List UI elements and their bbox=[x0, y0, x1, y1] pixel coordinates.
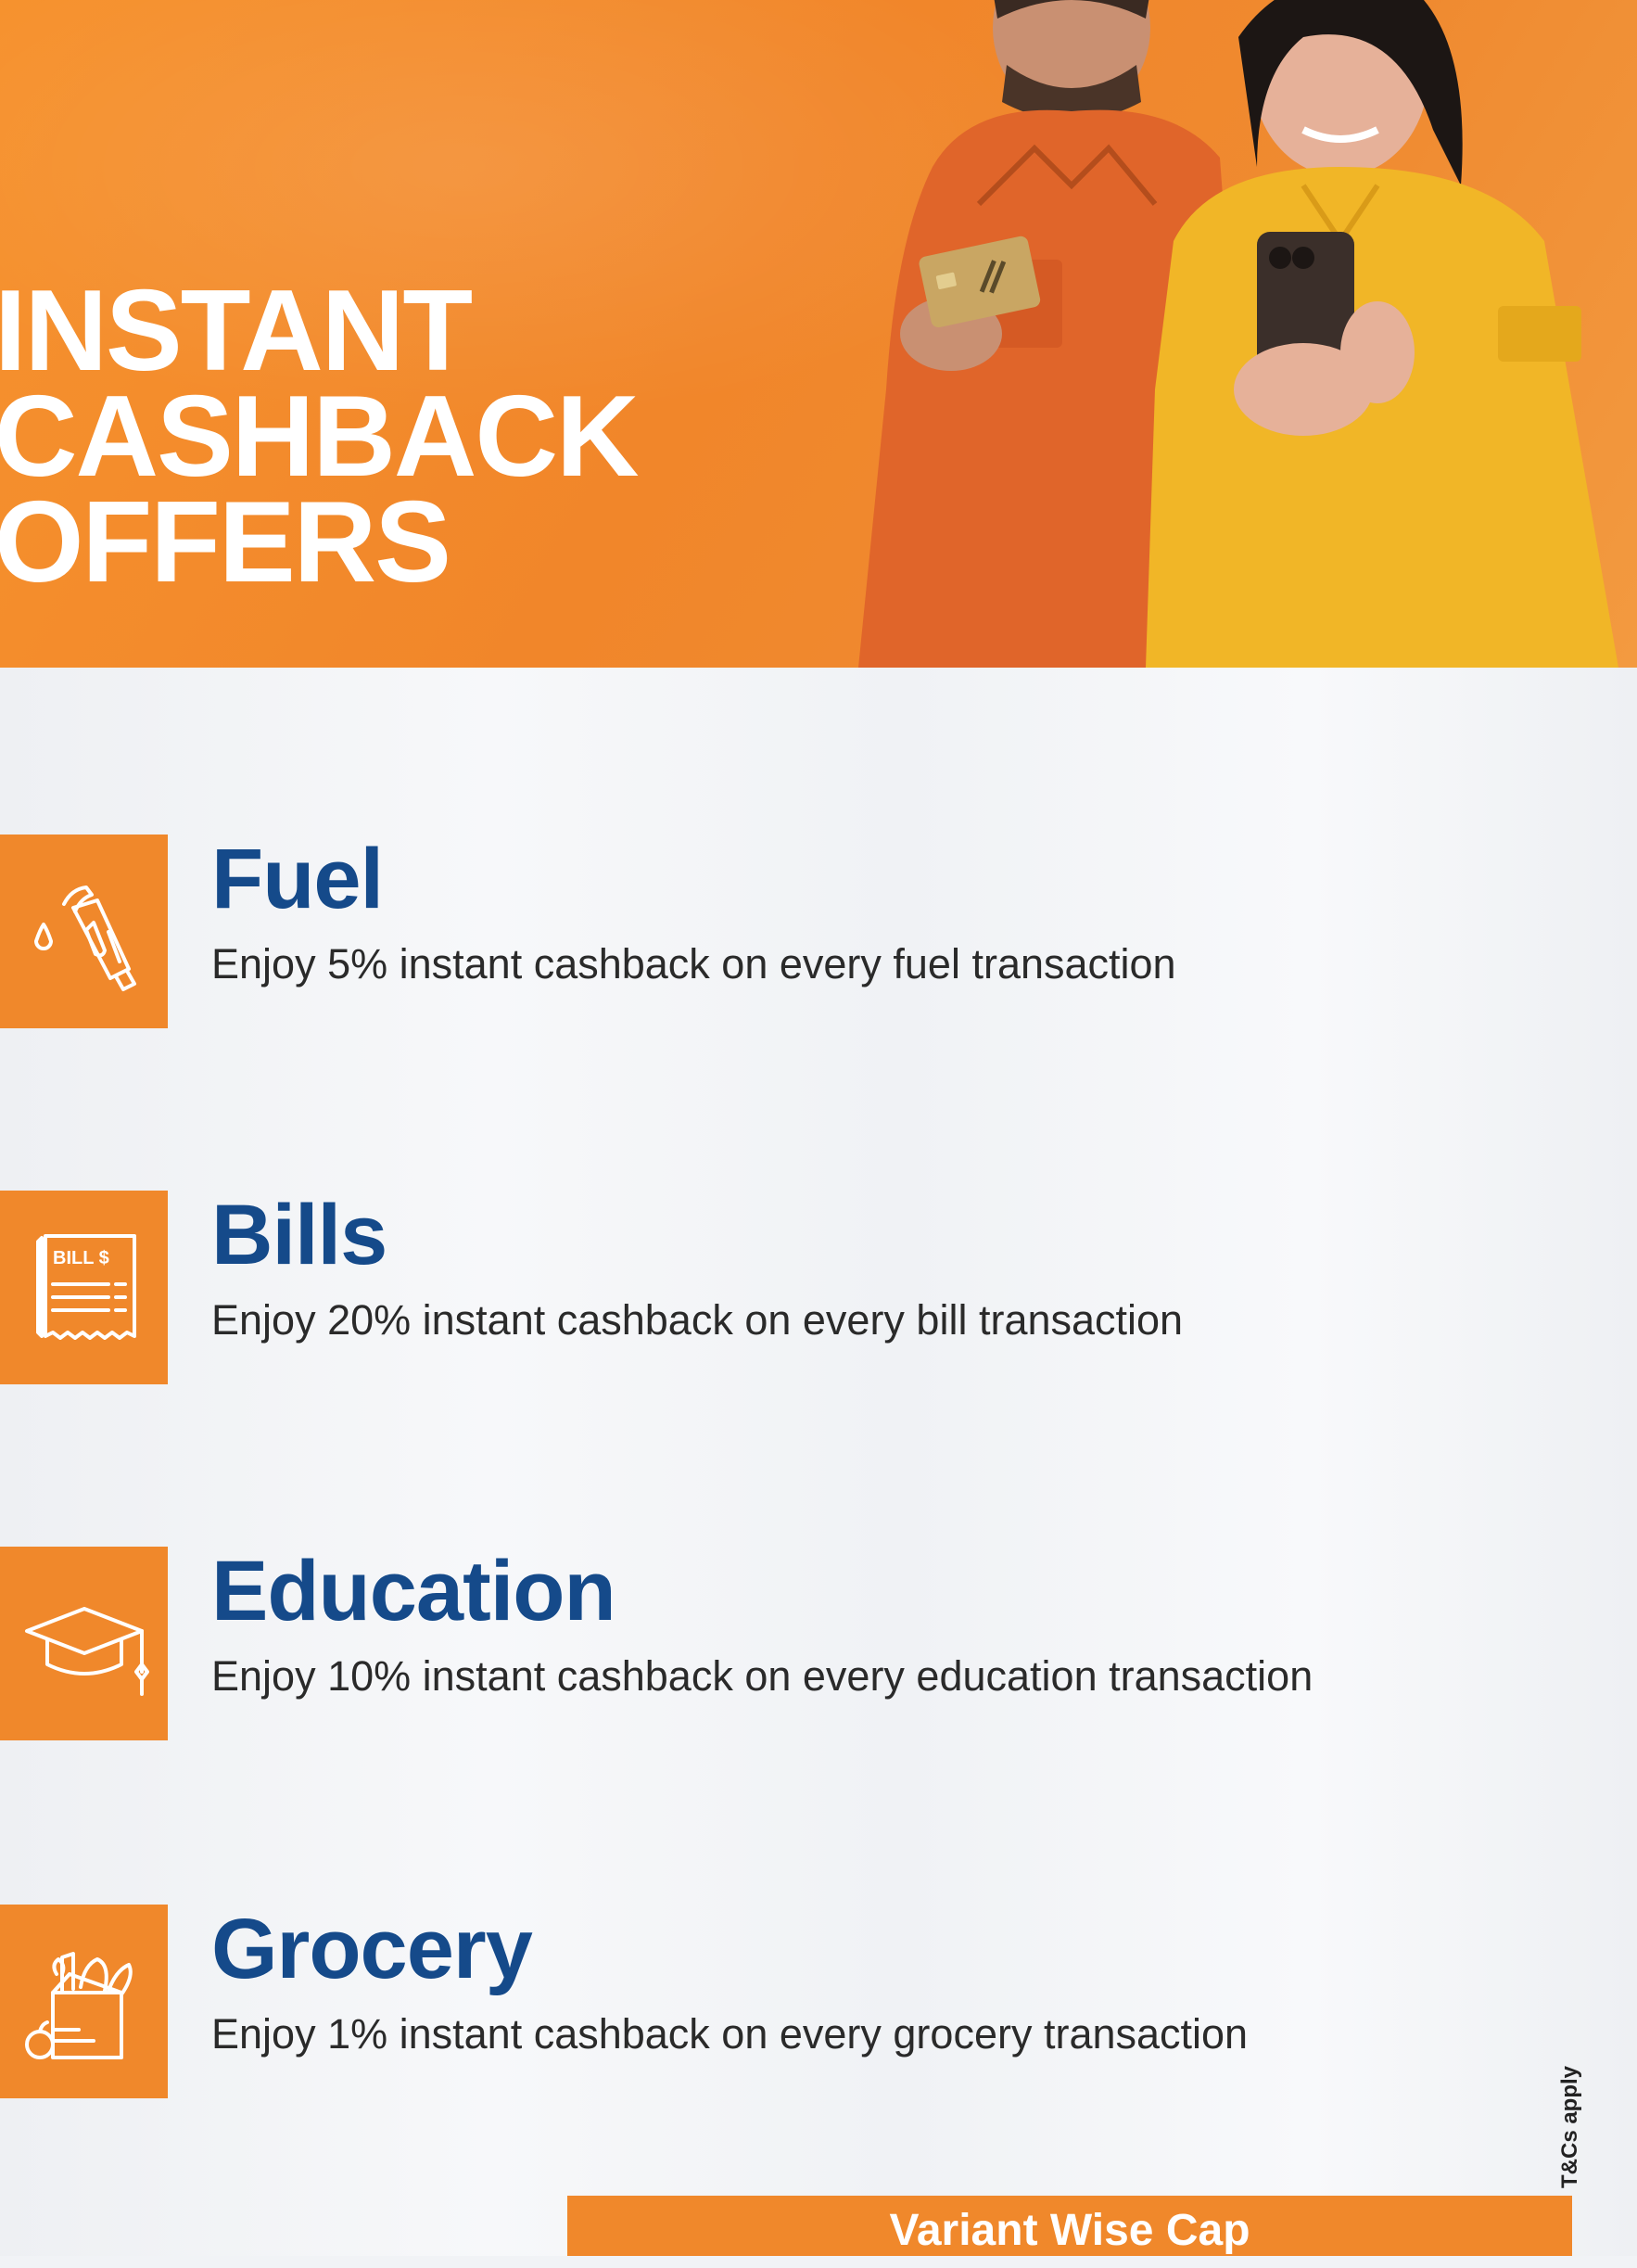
offer-title: Fuel bbox=[211, 832, 384, 926]
offer-description: Enjoy 20% instant cashback on every bill… bbox=[211, 1296, 1184, 1344]
offer-description: Enjoy 5% instant cashback on every fuel … bbox=[211, 940, 1176, 987]
offer-title: Bills bbox=[211, 1188, 387, 1282]
bill-icon-text: BILL $ bbox=[53, 1248, 109, 1268]
education-icon-tile bbox=[0, 1547, 168, 1740]
variant-wise-cap-label: Variant Wise Cap bbox=[889, 2206, 1250, 2255]
offer-bills: BILL $ Bills Enjoy 20% instant cashback … bbox=[0, 1188, 1390, 1385]
graduation-cap-icon bbox=[24, 1606, 149, 1696]
bills-icon-tile: BILL $ bbox=[0, 1191, 168, 1384]
offer-title: Education bbox=[211, 1544, 616, 1638]
offer-description: Enjoy 1% instant cashback on every groce… bbox=[211, 2010, 1249, 2058]
offer-title: Grocery bbox=[211, 1902, 533, 1996]
offer-description: Enjoy 10% instant cashback on every educ… bbox=[211, 1652, 1313, 1700]
grocery-icon-tile bbox=[0, 1905, 168, 2098]
offer-grocery: Grocery Enjoy 1% instant cashback on eve… bbox=[0, 1902, 1390, 2099]
fuel-nozzle-icon bbox=[33, 885, 136, 991]
offer-fuel: Fuel Enjoy 5% instant cashback on every … bbox=[0, 832, 1390, 1029]
hero-title-line-2: CASHBACK bbox=[0, 373, 640, 501]
couple-with-card-and-phone-photo bbox=[858, 0, 1618, 668]
variant-wise-cap-bar: Variant Wise Cap bbox=[567, 2196, 1572, 2256]
grocery-bag-icon bbox=[24, 1951, 133, 2059]
hero-title-line-1: INSTANT bbox=[0, 267, 473, 395]
fuel-icon-tile bbox=[0, 835, 168, 1028]
hero-title-line-3: OFFERS bbox=[0, 478, 451, 606]
bill-receipt-icon: BILL $ bbox=[35, 1233, 136, 1340]
hero-title: INSTANT CASHBACK OFFERS bbox=[0, 267, 640, 606]
offer-education: Education Enjoy 10% instant cashback on … bbox=[0, 1544, 1390, 1741]
hero-banner: INSTANT CASHBACK OFFERS bbox=[0, 0, 1637, 668]
terms-note: T&Cs apply bbox=[1557, 2065, 1582, 2188]
terms-note-wrapper: T&Cs apply bbox=[1555, 2049, 1583, 2188]
